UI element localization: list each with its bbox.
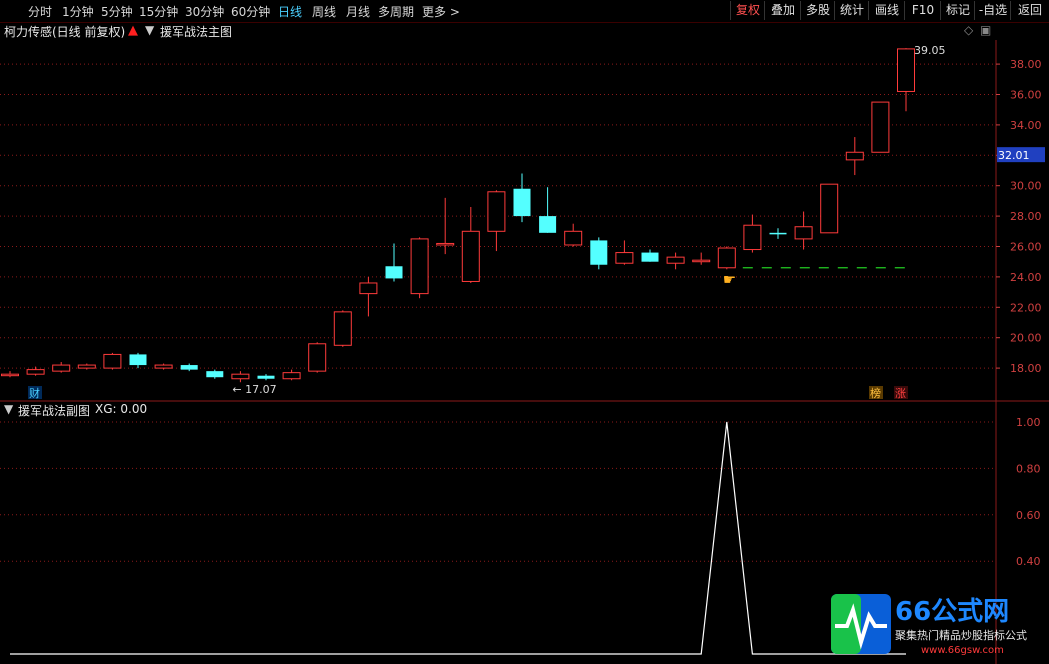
high-price-label: 39.05 [914,44,946,57]
period-15min[interactable]: 15分钟 [139,3,178,20]
fuquan-button[interactable]: 复权 [730,1,765,20]
candle-body [513,188,531,217]
xg-series-line [10,421,906,655]
huaxian-button[interactable]: 画线 [868,1,905,20]
period-5min[interactable]: 5分钟 [101,3,133,20]
candle-body [590,240,608,265]
chevron-down-icon[interactable]: ▼ [145,23,154,37]
back-button[interactable]: 返回 [1010,1,1049,20]
period-more[interactable]: 更多 > [422,3,460,20]
period-60min[interactable]: 60分钟 [231,3,270,20]
candle-body [487,191,506,232]
candle-body [641,252,659,262]
period-30min[interactable]: 30分钟 [185,3,224,20]
period-weekly[interactable]: 周线 [312,3,336,20]
zixuan-button[interactable]: -自选 [974,1,1011,20]
price-tick-label: 18.00 [1010,362,1042,375]
candle-body [359,282,378,295]
logo-subtitle: 聚集热门精品炒股指标公式 [895,628,1027,642]
candle-body [103,353,122,369]
candle-body [615,252,634,264]
candle-body [333,311,352,346]
logo-title: 66公式网 [895,597,1009,627]
candle-body [539,216,557,233]
candle-body [231,373,250,380]
candle-body [794,226,813,240]
stock-title: 柯力传感(日线 前复权) [4,25,126,39]
price-tick-label: 34.00 [1010,119,1042,132]
period-multi[interactable]: 多周期 [378,3,414,20]
candle-body [717,247,736,269]
panel-toggle-icon[interactable]: ▣ [980,23,991,37]
biaoji-button[interactable]: 标记 [940,1,975,20]
marker-zhang: 涨 [895,387,906,400]
period-monthly[interactable]: 月线 [346,3,370,20]
price-tick-label: 22.00 [1010,301,1042,314]
site-logo: 66公式网 聚集热门精品炒股指标公式 www.66gsw.com [831,594,1027,656]
sub-indicator-name[interactable]: 援军战法副图 [18,402,90,419]
low-price-label: ← 17.07 [232,383,276,396]
candle-body [820,183,839,234]
candle-body [769,232,787,235]
candle-body [1,373,19,377]
sub-tick-label: 0.80 [1016,462,1041,475]
period-fenshi[interactable]: 分时 [28,3,52,20]
sub-tick-label: 0.40 [1016,555,1041,568]
sub-tick-label: 1.00 [1016,416,1041,429]
main-indicator-name[interactable]: 援军战法主图 [160,23,232,40]
kline-chart[interactable]: 39.05← 17.07财榜涨☛ 38.0036.0034.0032.0030.… [0,22,1049,664]
candle-body [308,343,327,372]
candle-body [410,238,429,295]
candle-body [666,256,685,264]
candle-body [743,224,762,251]
hand-cursor-icon: ☛ [723,270,736,288]
candle-body [461,230,480,282]
price-tick-label: 30.00 [1010,180,1042,193]
candle-body [845,151,864,161]
candle-body [897,48,915,92]
up-arrow-icon: ▲ [128,23,138,38]
candle-body [206,371,224,378]
candle-body [564,230,583,246]
candle-body [436,242,455,246]
price-tick-label: 28.00 [1010,210,1042,223]
current-price-label: 32.01 [998,149,1030,162]
candle-body [871,101,890,153]
candle-body [154,364,173,369]
price-tick-label: 24.00 [1010,271,1042,284]
price-tick-label: 38.00 [1010,58,1042,71]
period-1min[interactable]: 1分钟 [62,3,94,20]
tongji-button[interactable]: 统计 [834,1,869,20]
duogu-button[interactable]: 多股 [800,1,835,20]
sub-tick-label: 0.60 [1016,509,1041,522]
candle-body [52,364,71,372]
candle-body [26,369,45,375]
price-tick-label: 20.00 [1010,332,1042,345]
candle-body [385,266,403,279]
candle-body [692,259,711,263]
f10-button[interactable]: F10 [904,1,941,20]
logo-url: www.66gsw.com [921,645,1004,656]
diamond-icon[interactable]: ◇ [964,23,973,37]
candle-body [257,375,275,379]
period-daily[interactable]: 日线 [278,3,302,20]
period-toolbar: 分时 1分钟 5分钟 15分钟 30分钟 60分钟 日线 周线 月线 多周期 更… [0,0,1049,23]
candle-body [129,354,147,366]
xg-value: XG: 0.00 [95,402,148,416]
marker-bang: 榜 [870,386,881,400]
candle-body [77,364,96,369]
price-tick-label: 36.00 [1010,89,1042,102]
candle-body [180,365,198,370]
candle-body [282,372,301,380]
diejia-button[interactable]: 叠加 [764,1,801,20]
marker-cai: 财 [29,386,40,400]
price-tick-label: 26.00 [1010,241,1042,254]
sub-chevron-icon[interactable]: ▼ [4,402,13,416]
